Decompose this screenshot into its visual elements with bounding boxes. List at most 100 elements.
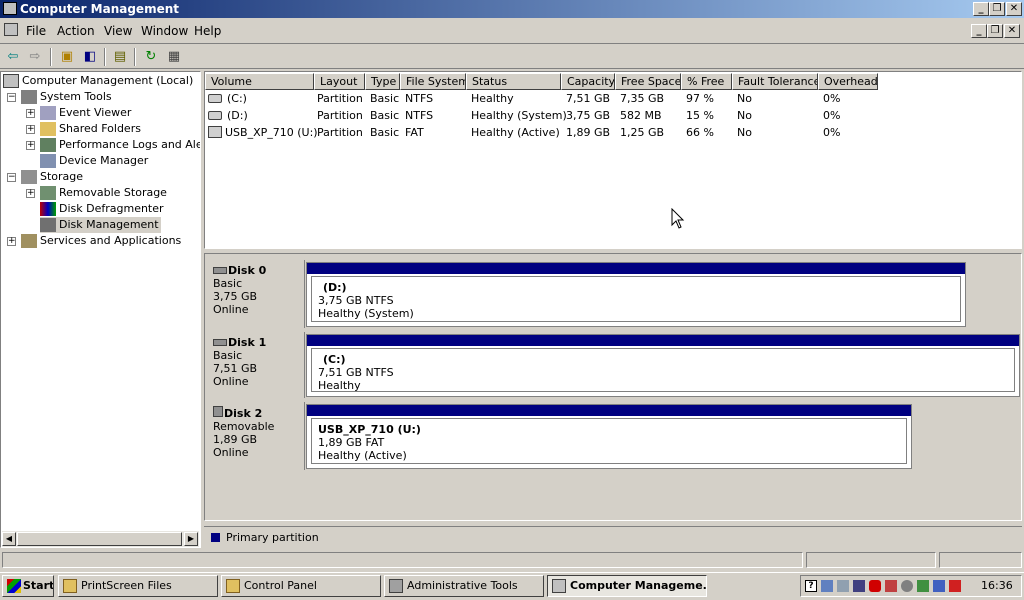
- expand-perf-logs[interactable]: +: [26, 141, 35, 150]
- tree-node-event-viewer[interactable]: Event Viewer: [40, 105, 131, 121]
- expand-services-apps[interactable]: +: [7, 237, 16, 246]
- menu-action[interactable]: Action: [57, 24, 95, 38]
- disk-2-label[interactable]: Disk 2 Removable 1,89 GB Online: [207, 402, 305, 470]
- child-restore-button[interactable]: ❐: [987, 24, 1003, 38]
- partition-c[interactable]: (C:) 7,51 GB NTFS Healthy: [306, 334, 1020, 397]
- start-button[interactable]: Start: [2, 575, 54, 597]
- tree-node-root[interactable]: Computer Management (Local): [3, 73, 193, 89]
- disk-icon: [213, 339, 227, 346]
- cell-fault-tolerance: No: [737, 126, 752, 139]
- properties-icon[interactable]: ▤: [111, 48, 129, 66]
- title-bar: Computer Management _ ❐ ✕: [0, 0, 1024, 18]
- disconnected-network-icon[interactable]: [853, 580, 865, 592]
- col-capacity[interactable]: Capacity: [561, 73, 615, 90]
- col-fault-tolerance[interactable]: Fault Tolerance: [732, 73, 818, 90]
- removable-disk-icon: [213, 406, 223, 417]
- partition-u[interactable]: USB_XP_710 (U:) 1,89 GB FAT Healthy (Act…: [306, 404, 912, 469]
- mdi-child-icon[interactable]: [4, 23, 18, 36]
- col-overhead[interactable]: Overhead: [818, 73, 878, 90]
- network-icon[interactable]: [821, 580, 833, 592]
- scroll-left-icon[interactable]: ◀: [2, 532, 16, 546]
- volume-icon[interactable]: [885, 580, 897, 592]
- col-type[interactable]: Type: [365, 73, 400, 90]
- tree-node-disk-defrag[interactable]: Disk Defragmenter: [40, 201, 164, 217]
- event-viewer-icon: [40, 106, 56, 120]
- menu-file[interactable]: File: [26, 24, 46, 38]
- tree-label: Removable Storage: [59, 186, 167, 199]
- tree-node-services-apps[interactable]: Services and Applications: [21, 233, 181, 249]
- collapse-system-tools[interactable]: −: [7, 93, 16, 102]
- col-status[interactable]: Status: [466, 73, 561, 90]
- tree-node-system-tools[interactable]: System Tools: [21, 89, 112, 105]
- computer-icon: [3, 74, 19, 88]
- expand-event-viewer[interactable]: +: [26, 109, 35, 118]
- tree-node-device-manager[interactable]: Device Manager: [40, 153, 148, 169]
- clock[interactable]: 16:36: [981, 579, 1013, 592]
- volume-list: Volume Layout Type File System Status Ca…: [204, 71, 1022, 249]
- expand-shared-folders[interactable]: +: [26, 125, 35, 134]
- menu-window[interactable]: Window: [141, 24, 188, 38]
- removable-storage-icon: [40, 186, 56, 200]
- network-2-icon[interactable]: [837, 580, 849, 592]
- col-filesystem[interactable]: File System: [400, 73, 466, 90]
- close-button[interactable]: ✕: [1006, 2, 1022, 16]
- expand-removable-storage[interactable]: +: [26, 189, 35, 198]
- menu-help[interactable]: Help: [194, 24, 221, 38]
- col-volume[interactable]: Volume: [205, 73, 314, 90]
- disk-1-label[interactable]: Disk 1 Basic 7,51 GB Online: [207, 332, 305, 398]
- primary-partition-bar: [307, 335, 1019, 346]
- defragmenter-icon: [40, 202, 56, 216]
- scroll-right-icon[interactable]: ▶: [184, 532, 198, 546]
- cell-filesystem: FAT: [405, 126, 424, 139]
- back-icon[interactable]: ⇦: [4, 48, 22, 66]
- task-printscreen-files[interactable]: PrintScreen Files: [58, 575, 218, 597]
- error-icon[interactable]: [949, 580, 961, 592]
- safely-remove-icon[interactable]: [917, 580, 929, 592]
- disk-graphical-view: Disk 0 Basic 3,75 GB Online (D:) 3,75 GB…: [204, 253, 1022, 521]
- up-folder-icon[interactable]: ▣: [58, 48, 76, 66]
- monitor-icon[interactable]: [933, 580, 945, 592]
- cell-free-space: 7,35 GB: [620, 92, 665, 105]
- task-control-panel[interactable]: Control Panel: [221, 575, 381, 597]
- computer-management-icon: [3, 2, 17, 15]
- tree-node-disk-management[interactable]: Disk Management: [40, 217, 161, 233]
- partition-fs: 1,89 GB FAT: [318, 436, 385, 449]
- col-layout[interactable]: Layout: [314, 73, 365, 90]
- partition-d[interactable]: (D:) 3,75 GB NTFS Healthy (System): [306, 262, 966, 327]
- shield-icon[interactable]: [869, 580, 881, 592]
- tree-label: Storage: [40, 170, 84, 183]
- device-manager-icon: [40, 154, 56, 168]
- cell-free-space: 1,25 GB: [620, 126, 665, 139]
- show-hide-tree-icon[interactable]: ◧: [81, 48, 99, 66]
- minimize-button[interactable]: _: [973, 2, 989, 16]
- disc-icon[interactable]: [901, 580, 913, 592]
- task-administrative-tools[interactable]: Administrative Tools: [384, 575, 544, 597]
- forward-icon[interactable]: ⇨: [26, 48, 44, 66]
- child-minimize-button[interactable]: _: [971, 24, 987, 38]
- tree-hscrollbar[interactable]: ◀ ▶: [2, 531, 199, 547]
- col-percent-free[interactable]: % Free: [681, 73, 732, 90]
- restore-button[interactable]: ❐: [989, 2, 1005, 16]
- tree-node-storage[interactable]: Storage: [21, 169, 83, 185]
- tree-node-removable-storage[interactable]: Removable Storage: [40, 185, 167, 201]
- task-computer-management[interactable]: Computer Manageme...: [547, 575, 707, 597]
- tree-node-perf-logs[interactable]: Performance Logs and Alerts: [40, 137, 200, 153]
- refresh-icon[interactable]: ↻: [142, 48, 160, 66]
- menu-view[interactable]: View: [104, 24, 132, 38]
- cell-free-space: 582 MB: [620, 109, 662, 122]
- collapse-storage[interactable]: −: [7, 173, 16, 182]
- disk-0-label[interactable]: Disk 0 Basic 3,75 GB Online: [207, 260, 305, 328]
- scroll-thumb[interactable]: [17, 532, 182, 546]
- disk-icon: [213, 267, 227, 274]
- primary-partition-bar: [307, 405, 911, 416]
- disk-size: 1,89 GB: [213, 433, 258, 446]
- disk-name: Disk 0: [228, 264, 267, 277]
- help-icon[interactable]: ?: [805, 580, 817, 592]
- child-close-button[interactable]: ✕: [1004, 24, 1020, 38]
- col-free-space[interactable]: Free Space: [615, 73, 681, 90]
- tree-node-shared-folders[interactable]: Shared Folders: [40, 121, 141, 137]
- disk-name: Disk 1: [228, 336, 267, 349]
- help-icon[interactable]: ▦: [165, 48, 183, 66]
- cell-volume: USB_XP_710 (U:): [225, 126, 318, 139]
- task-label: Administrative Tools: [407, 579, 518, 592]
